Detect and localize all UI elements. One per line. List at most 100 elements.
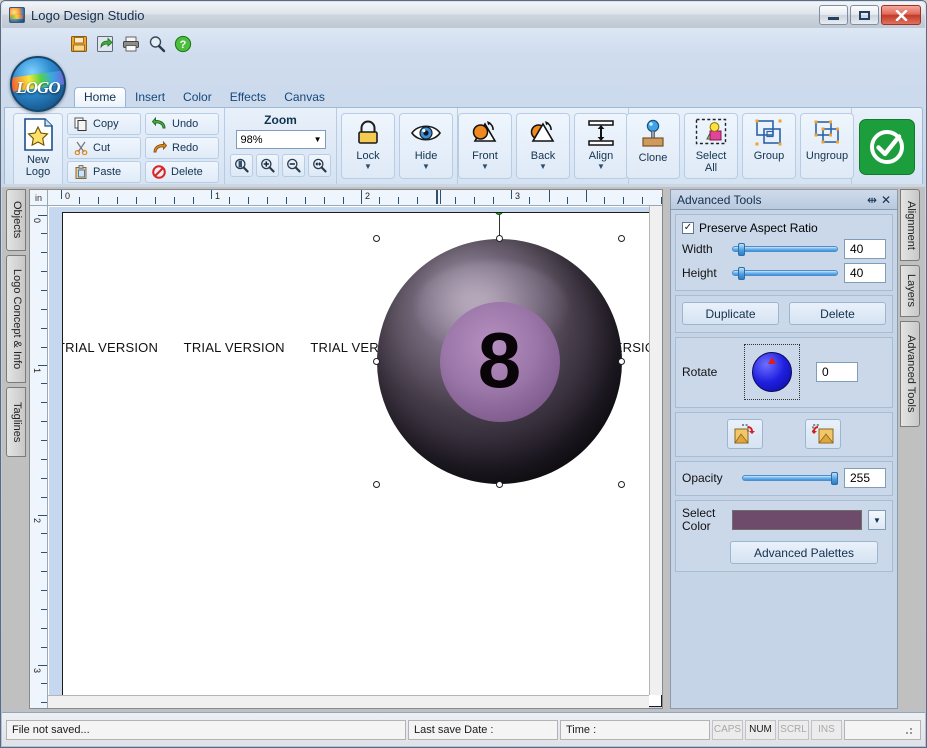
resize-handle-s[interactable]: [496, 481, 503, 488]
eight-ball-object[interactable]: 8: [377, 239, 622, 484]
logo-page[interactable]: TRIAL VERSION TRIAL VERSION TRIAL VERSIO…: [62, 212, 662, 707]
height-value[interactable]: 40: [844, 263, 886, 283]
canvas-horizontal-scrollbar[interactable]: [48, 695, 649, 708]
lock-caret-icon[interactable]: ▼: [364, 163, 372, 170]
clone-button[interactable]: Clone: [626, 113, 680, 179]
sidebar-tab-taglines[interactable]: Taglines: [6, 387, 26, 457]
group-button[interactable]: Group: [742, 113, 796, 179]
print-icon[interactable]: [122, 35, 140, 53]
dock-tab-layers[interactable]: Layers: [900, 265, 920, 317]
select-color-row: Select Color ▼: [682, 507, 886, 533]
flip-panel: [675, 412, 893, 457]
front-caret-icon[interactable]: ▼: [481, 163, 489, 170]
height-slider[interactable]: [732, 267, 838, 279]
vertical-ruler: 0 1 2 3: [30, 206, 48, 708]
paste-button[interactable]: Paste: [67, 161, 141, 183]
advanced-palettes-button[interactable]: Advanced Palettes: [730, 541, 878, 564]
color-swatch[interactable]: [732, 510, 862, 530]
front-button[interactable]: Front ▼: [458, 113, 512, 179]
close-icon[interactable]: ✕: [879, 193, 893, 207]
export-icon[interactable]: [96, 35, 114, 53]
zoom-out-icon[interactable]: [282, 154, 305, 177]
left-tab-strip: Objects Logo Concept & Info Taglines: [6, 189, 28, 709]
rotation-handle[interactable]: [495, 212, 503, 215]
sidebar-tab-objects[interactable]: Objects: [6, 189, 26, 251]
help-icon[interactable]: ?: [174, 35, 192, 53]
ungroup-button[interactable]: Ungroup: [800, 113, 854, 179]
right-tab-strip: Alignment Layers Advanced Tools: [900, 189, 922, 709]
sidebar-tab-logo-concept-info[interactable]: Logo Concept & Info: [6, 255, 26, 383]
align-caret-icon[interactable]: ▼: [597, 163, 605, 170]
redo-button[interactable]: Redo: [145, 137, 219, 159]
select-color-label: Select Color: [682, 507, 726, 533]
resize-handle-w[interactable]: [373, 358, 380, 365]
ribbon-tabs: Home Insert Color Effects Canvas: [74, 88, 334, 107]
opacity-panel: Opacity 255: [675, 461, 893, 496]
select-all-button[interactable]: Select All: [684, 113, 738, 179]
dock-tab-advanced-tools[interactable]: Advanced Tools: [900, 321, 920, 427]
activation-button[interactable]: [859, 119, 915, 175]
flip-horizontal-icon[interactable]: [727, 419, 763, 449]
resize-handle-se[interactable]: [618, 481, 625, 488]
preserve-aspect-ratio-row[interactable]: ✓ Preserve Aspect Ratio: [682, 221, 886, 235]
opacity-value[interactable]: 255: [844, 468, 886, 488]
save-icon[interactable]: [70, 35, 88, 53]
preview-icon[interactable]: [148, 35, 166, 53]
color-dropdown-icon[interactable]: ▼: [868, 510, 886, 530]
application-button[interactable]: LOGO: [10, 56, 66, 112]
cut-button[interactable]: Cut: [67, 137, 141, 159]
width-slider[interactable]: [732, 243, 838, 255]
canvas-area[interactable]: in 0 1 2 3: [29, 189, 663, 709]
pin-icon[interactable]: ⇹: [865, 193, 879, 207]
copy-button[interactable]: Copy: [67, 113, 141, 135]
new-logo-button[interactable]: New Logo: [13, 113, 63, 184]
rotate-dial[interactable]: [744, 344, 800, 400]
hide-caret-icon[interactable]: ▼: [422, 163, 430, 170]
undo-button[interactable]: Undo: [145, 113, 219, 135]
opacity-row: Opacity 255: [682, 468, 886, 488]
minimize-button[interactable]: [819, 5, 848, 25]
cut-label: Cut: [93, 142, 110, 154]
tab-insert[interactable]: Insert: [126, 88, 174, 107]
close-button[interactable]: [881, 5, 921, 25]
green-check-circle-icon: [866, 126, 908, 168]
ungroup-label: Ungroup: [806, 150, 848, 162]
select-all-label-1: Select: [696, 150, 727, 162]
opacity-slider[interactable]: [742, 472, 838, 484]
width-row: Width 40: [682, 239, 886, 259]
align-button[interactable]: Align ▼: [574, 113, 628, 179]
preserve-aspect-ratio-checkbox[interactable]: ✓: [682, 222, 694, 234]
back-caret-icon[interactable]: ▼: [539, 163, 547, 170]
dock-tab-alignment[interactable]: Alignment: [900, 189, 920, 261]
resize-grip-icon[interactable]: [901, 723, 915, 737]
resize-handle-ne[interactable]: [618, 235, 625, 242]
tab-effects[interactable]: Effects: [221, 88, 275, 107]
tab-home[interactable]: Home: [74, 87, 126, 107]
resize-handle-nw[interactable]: [373, 235, 380, 242]
tab-color[interactable]: Color: [174, 88, 221, 107]
hide-button[interactable]: Hide ▼: [399, 113, 453, 179]
zoom-select[interactable]: 98% ▼: [236, 130, 326, 149]
width-label: Width: [682, 242, 726, 256]
rotate-value[interactable]: 0: [816, 362, 858, 382]
back-button[interactable]: Back ▼: [516, 113, 570, 179]
tab-canvas[interactable]: Canvas: [275, 88, 334, 107]
resize-handle-sw[interactable]: [373, 481, 380, 488]
maximize-button[interactable]: [850, 5, 879, 25]
resize-handle-n[interactable]: [496, 235, 503, 242]
zoom-actual-icon[interactable]: [308, 154, 331, 177]
delete-button[interactable]: Delete: [145, 161, 219, 183]
ribbon-group-activation: Activation: [852, 108, 922, 184]
duplicate-button[interactable]: Duplicate: [682, 302, 779, 325]
canvas-vertical-scrollbar[interactable]: [649, 206, 662, 695]
zoom-in-icon[interactable]: [256, 154, 279, 177]
resize-handle-e[interactable]: [618, 358, 625, 365]
new-logo-label-2: Logo: [26, 166, 50, 178]
ribbon-group-arrange: Front ▼ Back ▼: [458, 108, 629, 184]
delete-object-button[interactable]: Delete: [789, 302, 886, 325]
flip-vertical-icon[interactable]: [805, 419, 841, 449]
lock-button[interactable]: Lock ▼: [341, 113, 395, 179]
canvas-viewport[interactable]: TRIAL VERSION TRIAL VERSION TRIAL VERSIO…: [49, 207, 662, 708]
width-value[interactable]: 40: [844, 239, 886, 259]
zoom-fit-icon[interactable]: [230, 154, 253, 177]
